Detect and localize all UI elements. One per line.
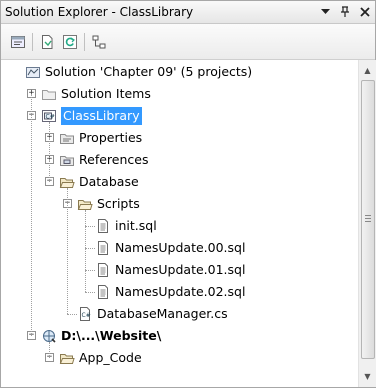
tree-connector (31, 94, 32, 336)
solution-tree[interactable]: Solution 'Chapter 09' (5 projects) + Solut… (1, 60, 358, 387)
properties-folder-icon (59, 130, 75, 146)
tree-item-label: init.sql (115, 218, 157, 233)
sql-file-icon (95, 218, 111, 234)
solution-icon (25, 64, 41, 80)
grip-line (365, 221, 371, 222)
view-class-diagram-icon[interactable] (90, 33, 108, 51)
title-bar[interactable]: Solution Explorer - ClassLibrary (1, 1, 375, 24)
tree-row[interactable]: − C# ClassLibrary (1, 105, 358, 127)
grip-line (365, 218, 371, 219)
tree-connector (49, 122, 50, 182)
scroll-down-arrow-icon[interactable]: ▼ (359, 368, 376, 385)
scroll-thumb[interactable] (361, 80, 375, 359)
tree-item-label: NamesUpdate.01.sql (115, 262, 246, 277)
tree-connector (85, 248, 95, 249)
tree-row[interactable]: init.sql (1, 215, 358, 237)
tree-row[interactable]: Solution 'Chapter 09' (5 projects) (1, 61, 358, 83)
tree-row[interactable]: − Database (1, 171, 358, 193)
tree-item-label: References (79, 152, 149, 167)
tree-row[interactable]: − App_Code (1, 347, 358, 369)
svg-text:C#: C# (46, 114, 55, 121)
tree-row[interactable]: + References (1, 149, 358, 171)
cs-file-icon: C# (77, 306, 93, 322)
tree-row[interactable]: − D:\...\Website\ (1, 325, 358, 347)
tree-row[interactable]: NamesUpdate.01.sql (1, 259, 358, 281)
tree-row[interactable]: + Solution Items (1, 83, 358, 105)
tree-row[interactable]: C# DatabaseManager.cs (1, 303, 358, 325)
sql-file-icon (95, 240, 111, 256)
tree-connector (85, 226, 95, 227)
svg-text:C#: C# (82, 312, 91, 319)
dropdown-arrow-icon[interactable] (318, 4, 332, 19)
tree-item-label: Properties (79, 130, 143, 145)
show-all-files-icon[interactable] (38, 33, 56, 51)
tree-item-label: Solution 'Chapter 09' (5 projects) (45, 64, 253, 79)
grip-line (365, 215, 371, 216)
properties-icon[interactable] (9, 33, 27, 51)
refresh-icon[interactable] (61, 33, 79, 51)
tree-item-label: D:\...\Website\ (61, 328, 162, 343)
close-icon[interactable] (358, 4, 372, 19)
tree-row[interactable]: − Scripts (1, 193, 358, 215)
window-title: Solution Explorer - ClassLibrary (5, 5, 194, 19)
tree-row[interactable]: NamesUpdate.02.sql (1, 281, 358, 303)
folder-open-icon (59, 350, 75, 366)
tree-item-label: App_Code (79, 350, 142, 365)
tree-item-label: NamesUpdate.00.sql (115, 240, 246, 255)
tree-connector (67, 188, 68, 314)
tree-item-label: NamesUpdate.02.sql (115, 284, 246, 299)
scroll-up-arrow-icon[interactable]: ▲ (359, 62, 376, 79)
solution-explorer-window: Solution Explorer - ClassLibrary Solutio… (0, 0, 376, 388)
toolbar-separator (32, 33, 33, 51)
tree-connector (67, 314, 77, 315)
vertical-scrollbar[interactable]: ▲ ▼ (358, 60, 376, 387)
tree-row[interactable]: + Properties (1, 127, 358, 149)
tree-item-label: DatabaseManager.cs (97, 306, 228, 321)
title-buttons (318, 4, 372, 19)
references-icon (59, 152, 75, 168)
toolbar (1, 24, 375, 60)
sql-file-icon (95, 284, 111, 300)
tree-item-label: Solution Items (61, 86, 151, 101)
tree-item-label: ClassLibrary (61, 107, 142, 125)
tree-connector (85, 292, 95, 293)
sql-file-icon (95, 262, 111, 278)
tree-connector (85, 210, 86, 292)
folder-icon (41, 86, 57, 102)
tree-connector (49, 342, 50, 358)
tree-item-label: Scripts (97, 196, 140, 211)
tree-row[interactable]: NamesUpdate.00.sql (1, 237, 358, 259)
toolbar-separator (84, 33, 85, 51)
pin-icon[interactable] (338, 4, 352, 19)
tree-item-label: Database (79, 174, 139, 189)
tree-connector (85, 270, 95, 271)
